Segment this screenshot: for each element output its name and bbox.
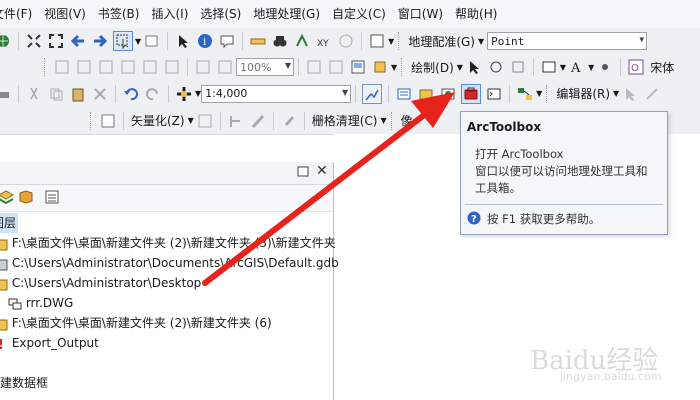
watermark-url: jingyan.baidu.com [560,370,662,383]
